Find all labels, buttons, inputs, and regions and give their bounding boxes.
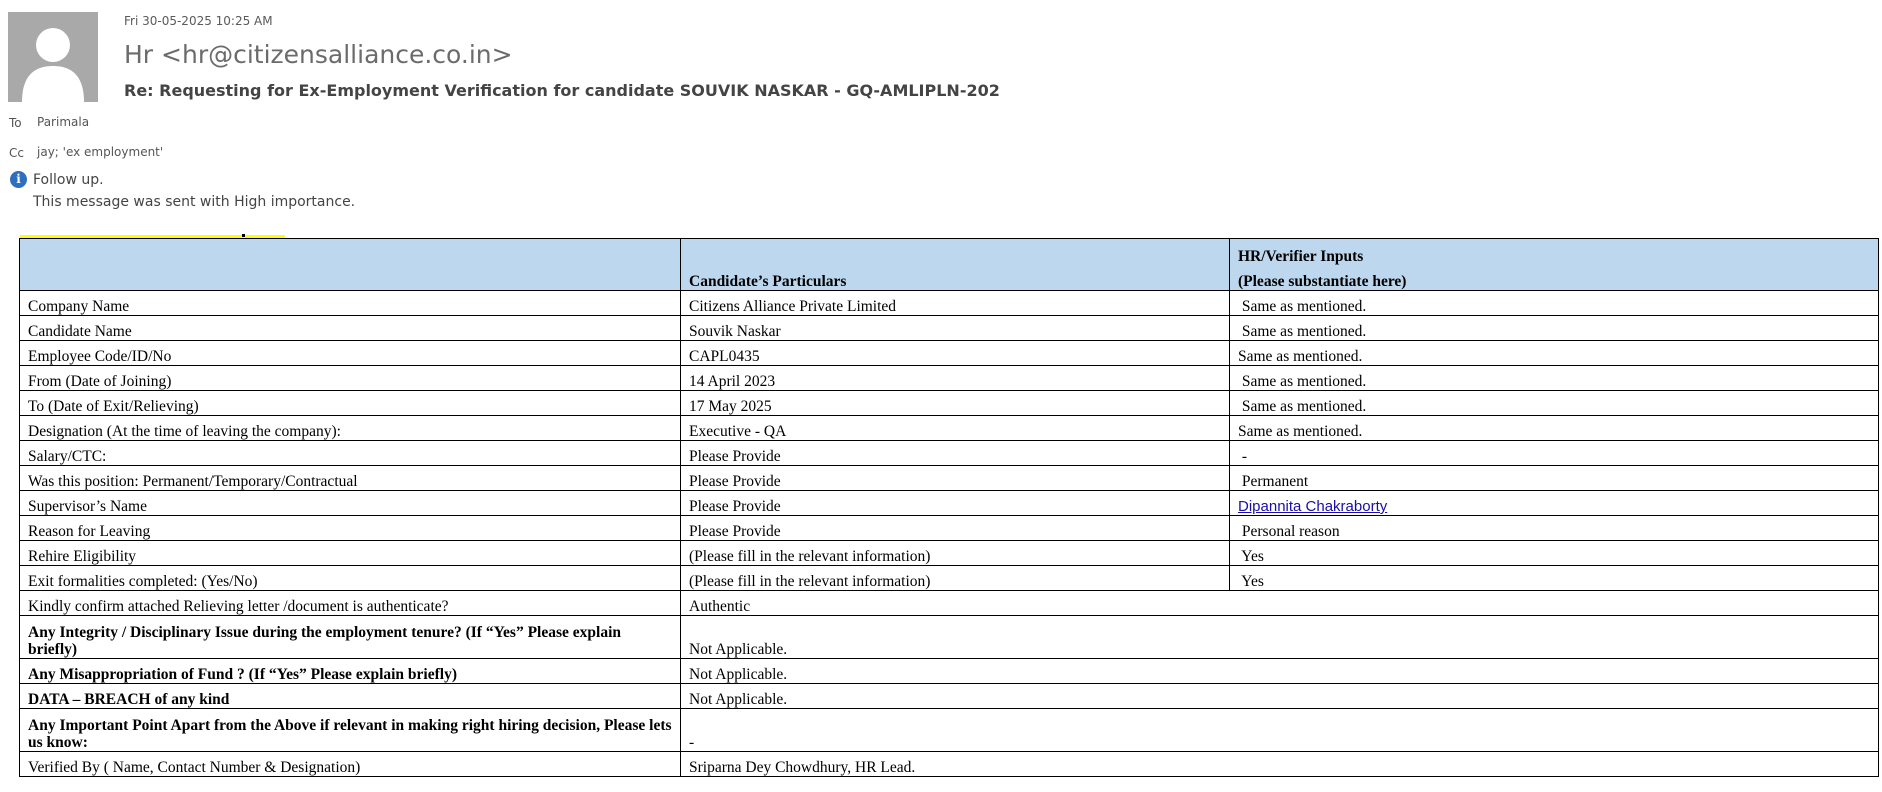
table-row: Salary/CTC: Please Provide - <box>19 440 1879 466</box>
table-row: Candidate Name Souvik Naskar Same as men… <box>19 315 1879 341</box>
row-label: Employee Code/ID/No <box>19 340 681 366</box>
row-input: Personal reason <box>1229 515 1879 541</box>
row-label: Salary/CTC: <box>19 440 681 466</box>
importance-notice: This message was sent with High importan… <box>33 194 356 210</box>
row-label: Rehire Eligibility <box>19 540 681 566</box>
row-label: Any Important Point Apart from the Above… <box>19 708 681 752</box>
table-row: Company Name Citizens Alliance Private L… <box>19 290 1879 316</box>
row-label: Designation (At the time of leaving the … <box>19 415 681 441</box>
row-label: Any Misappropriation of Fund ? (If “Yes”… <box>19 658 681 684</box>
row-label: Exit formalities completed: (Yes/No) <box>19 565 681 591</box>
table-row: Reason for Leaving Please Provide Person… <box>19 515 1879 541</box>
table-row: Rehire Eligibility (Please fill in the r… <box>19 540 1879 566</box>
row-particulars: Souvik Naskar <box>680 315 1230 341</box>
table-row: Designation (At the time of leaving the … <box>19 415 1879 441</box>
header-candidate-particulars: Candidate’s Particulars <box>680 238 1230 291</box>
followup-flag: Follow up. <box>33 172 104 188</box>
row-particulars: (Please fill in the relevant information… <box>680 565 1230 591</box>
info-icon: i <box>10 171 27 188</box>
header-blank <box>19 238 681 291</box>
to-recipient[interactable]: Parimala <box>37 115 89 129</box>
row-input: - <box>1229 440 1879 466</box>
row-input: Same as mentioned. <box>1229 415 1879 441</box>
cc-label: Cc <box>9 146 24 160</box>
row-particulars: Please Provide <box>680 440 1230 466</box>
highlight-dot <box>242 234 245 237</box>
row-label: Supervisor’s Name <box>19 490 681 516</box>
row-label: DATA – BREACH of any kind <box>19 683 681 709</box>
table-row: Verified By ( Name, Contact Number & Des… <box>19 751 1879 777</box>
table-row: Any Integrity / Disciplinary Issue durin… <box>19 615 1879 659</box>
row-input: Same as mentioned. <box>1229 290 1879 316</box>
table-row: Employee Code/ID/No CAPL0435 Same as men… <box>19 340 1879 366</box>
row-input: Same as mentioned. <box>1229 315 1879 341</box>
email-subject: Re: Requesting for Ex-Employment Verific… <box>124 81 1000 100</box>
row-value: Sriparna Dey Chowdhury, HR Lead. <box>680 751 1879 777</box>
verification-table: Candidate’s Particulars HR/Verifier Inpu… <box>19 238 1879 777</box>
row-value: Not Applicable. <box>680 658 1879 684</box>
email-sender[interactable]: Hr <hr@citizensalliance.co.in> <box>124 40 513 69</box>
row-label: Was this position: Permanent/Temporary/C… <box>19 465 681 491</box>
row-particulars: Please Provide <box>680 465 1230 491</box>
row-particulars: Citizens Alliance Private Limited <box>680 290 1230 316</box>
row-input-cell: Dipannita Chakraborty <box>1229 490 1879 516</box>
row-particulars: CAPL0435 <box>680 340 1230 366</box>
row-label: Company Name <box>19 290 681 316</box>
row-input: Yes <box>1229 565 1879 591</box>
row-value: Authentic <box>680 590 1879 616</box>
row-value: Not Applicable. <box>680 683 1879 709</box>
row-label: Candidate Name <box>19 315 681 341</box>
table-row: Exit formalities completed: (Yes/No) (Pl… <box>19 565 1879 591</box>
to-label: To <box>9 116 22 130</box>
table-row: From (Date of Joining) 14 April 2023 Sam… <box>19 365 1879 391</box>
row-label: To (Date of Exit/Relieving) <box>19 390 681 416</box>
table-header-row: Candidate’s Particulars HR/Verifier Inpu… <box>19 238 1879 291</box>
row-particulars: (Please fill in the relevant information… <box>680 540 1230 566</box>
row-label: From (Date of Joining) <box>19 365 681 391</box>
table-row: To (Date of Exit/Relieving) 17 May 2025 … <box>19 390 1879 416</box>
row-particulars: Please Provide <box>680 515 1230 541</box>
table-row: DATA – BREACH of any kind Not Applicable… <box>19 683 1879 709</box>
row-particulars: Please Provide <box>680 490 1230 516</box>
row-input: Same as mentioned. <box>1229 340 1879 366</box>
table-row: Kindly confirm attached Relieving letter… <box>19 590 1879 616</box>
header-hr-inputs: HR/Verifier Inputs (Please substantiate … <box>1229 238 1879 291</box>
row-particulars: 17 May 2025 <box>680 390 1230 416</box>
person-silhouette-icon <box>8 12 98 102</box>
row-label: Kindly confirm attached Relieving letter… <box>19 590 681 616</box>
table-row: Any Important Point Apart from the Above… <box>19 708 1879 752</box>
row-value: Not Applicable. <box>680 615 1879 659</box>
table-row: Any Misappropriation of Fund ? (If “Yes”… <box>19 658 1879 684</box>
row-input: Permanent <box>1229 465 1879 491</box>
row-input: Same as mentioned. <box>1229 390 1879 416</box>
row-value: - <box>680 708 1879 752</box>
table-row: Was this position: Permanent/Temporary/C… <box>19 465 1879 491</box>
row-input: Yes <box>1229 540 1879 566</box>
header-hr-inputs-line2: (Please substantiate here) <box>1238 273 1407 290</box>
email-date: Fri 30-05-2025 10:25 AM <box>124 14 273 28</box>
supervisor-name-link[interactable]: Dipannita Chakraborty <box>1238 498 1387 515</box>
row-label: Verified By ( Name, Contact Number & Des… <box>19 751 681 777</box>
cc-recipients[interactable]: jay; 'ex employment' <box>37 145 163 159</box>
row-label: Any Integrity / Disciplinary Issue durin… <box>19 615 681 659</box>
header-hr-inputs-line1: HR/Verifier Inputs <box>1238 248 1364 265</box>
table-row: Supervisor’s Name Please Provide Dipanni… <box>19 490 1879 516</box>
sender-avatar <box>8 12 98 102</box>
row-input: Same as mentioned. <box>1229 365 1879 391</box>
row-particulars: Executive - QA <box>680 415 1230 441</box>
row-particulars: 14 April 2023 <box>680 365 1230 391</box>
row-label: Reason for Leaving <box>19 515 681 541</box>
